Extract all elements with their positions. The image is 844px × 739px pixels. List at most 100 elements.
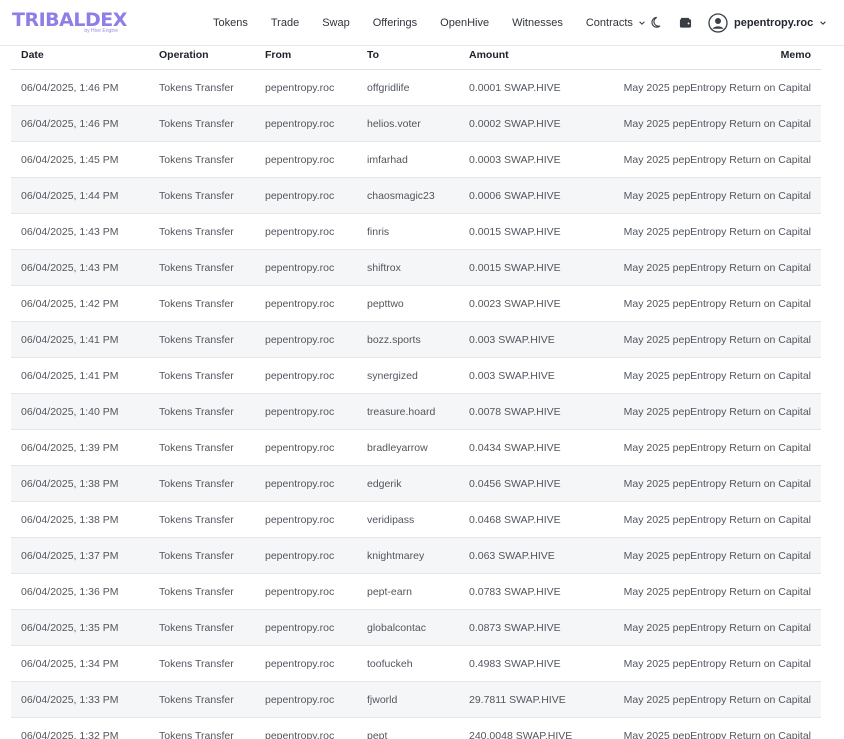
table-row[interactable]: 06/04/2025, 1:46 PM Tokens Transfer pepent… [11,69,821,106]
table-row[interactable]: 06/04/2025, 1:33 PM Tokens Transfer pepent… [11,681,821,718]
table-body: 06/04/2025, 1:46 PM Tokens Transfer pepent… [11,69,821,739]
cell-to[interactable]: bozz.sports [357,321,459,358]
table-row[interactable]: 06/04/2025, 1:45 PM Tokens Transfer pepent… [11,141,821,178]
table-row[interactable]: 06/04/2025, 1:43 PM Tokens Transfer pepent… [11,213,821,250]
table-row[interactable]: 06/04/2025, 1:35 PM Tokens Transfer pepent… [11,609,821,646]
cell-to[interactable]: fjworld [357,681,459,718]
cell-from[interactable]: pepentropy.roc [255,141,357,178]
nav-offerings[interactable]: Offerings [373,17,417,29]
moon-icon[interactable] [650,16,664,30]
cell-amount: 0.0003 SWAP.HIVE [459,141,601,178]
cell-amount: 0.0468 SWAP.HIVE [459,501,601,538]
nav-contracts-dropdown[interactable]: Contracts [586,17,646,29]
cell-to[interactable]: synergized [357,357,459,394]
cell-operation: Tokens Transfer [149,393,255,430]
cell-memo: May 2025 pepEntropy Return on Capital [601,285,821,322]
table-row[interactable]: 06/04/2025, 1:46 PM Tokens Transfer pepent… [11,105,821,142]
cell-from[interactable]: pepentropy.roc [255,321,357,358]
cell-from[interactable]: pepentropy.roc [255,285,357,322]
table-row[interactable]: 06/04/2025, 1:38 PM Tokens Transfer pepent… [11,501,821,538]
cell-to[interactable]: treasure.hoard [357,393,459,430]
cell-from[interactable]: pepentropy.roc [255,609,357,646]
cell-date: 06/04/2025, 1:43 PM [11,213,149,250]
cell-from[interactable]: pepentropy.roc [255,645,357,682]
cell-from[interactable]: pepentropy.roc [255,177,357,214]
table-row[interactable]: 06/04/2025, 1:32 PM Tokens Transfer pepent… [11,717,821,739]
cell-from[interactable]: pepentropy.roc [255,357,357,394]
cell-from[interactable]: pepentropy.roc [255,681,357,718]
cell-to[interactable]: pept-earn [357,573,459,610]
cell-date: 06/04/2025, 1:36 PM [11,573,149,610]
nav-trade[interactable]: Trade [271,17,299,29]
nav-witnesses[interactable]: Witnesses [512,17,563,29]
cell-from[interactable]: pepentropy.roc [255,537,357,574]
user-menu[interactable]: pepentropy.roc [708,12,827,33]
cell-to[interactable]: pepttwo [357,285,459,322]
nav-contracts-label: Contracts [585,16,633,29]
cell-to[interactable]: edgerik [357,465,459,502]
chevron-down-icon [820,20,827,25]
cell-amount: 0.0023 SWAP.HIVE [459,285,601,322]
table-row[interactable]: 06/04/2025, 1:40 PM Tokens Transfer pepent… [11,393,821,430]
cell-operation: Tokens Transfer [149,357,255,394]
cell-to[interactable]: chaosmagic23 [357,177,459,214]
table-row[interactable]: 06/04/2025, 1:41 PM Tokens Transfer pepent… [11,321,821,358]
cell-to[interactable]: imfarhad [357,141,459,178]
cell-date: 06/04/2025, 1:34 PM [11,645,149,682]
nav-offerings-label: Offerings [372,16,418,29]
cell-from[interactable]: pepentropy.roc [255,249,357,286]
table-row[interactable]: 06/04/2025, 1:37 PM Tokens Transfer pepent… [11,537,821,574]
cell-from[interactable]: pepentropy.roc [255,393,357,430]
nav-swap[interactable]: Swap [322,17,350,29]
table-row[interactable]: 06/04/2025, 1:38 PM Tokens Transfer pepent… [11,465,821,502]
cell-operation: Tokens Transfer [149,249,255,286]
cell-to[interactable]: globalcontac [357,609,459,646]
cell-operation: Tokens Transfer [149,681,255,718]
cell-date: 06/04/2025, 1:46 PM [11,69,149,106]
cell-from[interactable]: pepentropy.roc [255,429,357,466]
cell-amount: 0.003 SWAP.HIVE [459,321,601,358]
table-row[interactable]: 06/04/2025, 1:41 PM Tokens Transfer pepent… [11,357,821,394]
cell-from[interactable]: pepentropy.roc [255,465,357,502]
cell-from[interactable]: pepentropy.roc [255,573,357,610]
cell-memo: May 2025 pepEntropy Return on Capital [601,213,821,250]
cell-to[interactable]: bradleyarrow [357,429,459,466]
cell-date: 06/04/2025, 1:38 PM [11,465,149,502]
nav-tokens[interactable]: Tokens [213,17,248,29]
cell-operation: Tokens Transfer [149,717,255,739]
table-row[interactable]: 06/04/2025, 1:36 PM Tokens Transfer pepent… [11,573,821,610]
tribaldex-logo[interactable]: TRIBALDEX by Hive Engine [12,9,127,37]
cell-amount: 0.0001 SWAP.HIVE [459,69,601,106]
cell-to[interactable]: shiftrox [357,249,459,286]
wallet-icon[interactable] [678,16,692,30]
cell-amount: 0.0078 SWAP.HIVE [459,393,601,430]
cell-from[interactable]: pepentropy.roc [255,105,357,142]
cell-operation: Tokens Transfer [149,285,255,322]
cell-to[interactable]: pept [357,717,459,739]
cell-to[interactable]: finris [357,213,459,250]
nav-witnesses-label: Witnesses [512,16,563,29]
cell-from[interactable]: pepentropy.roc [255,717,357,739]
cell-operation: Tokens Transfer [149,609,255,646]
table-row[interactable]: 06/04/2025, 1:39 PM Tokens Transfer pepent… [11,429,821,466]
cell-to[interactable]: knightmarey [357,537,459,574]
table-row[interactable]: 06/04/2025, 1:43 PM Tokens Transfer pepent… [11,249,821,286]
cell-memo: May 2025 pepEntropy Return on Capital [601,393,821,430]
cell-to[interactable]: offgridlife [357,69,459,106]
table-row[interactable]: 06/04/2025, 1:42 PM Tokens Transfer pepent… [11,285,821,322]
cell-to[interactable]: veridipass [357,501,459,538]
cell-date: 06/04/2025, 1:35 PM [11,609,149,646]
transactions-table: Date Operation From To Amount Memo 06/04… [11,25,821,739]
table-row[interactable]: 06/04/2025, 1:34 PM Tokens Transfer pepent… [11,645,821,682]
cell-amount: 0.063 SWAP.HIVE [459,537,601,574]
table-row[interactable]: 06/04/2025, 1:44 PM Tokens Transfer pepent… [11,177,821,214]
top-navbar: TRIBALDEX by Hive Engine Tokens Trade Sw… [0,0,844,46]
cell-from[interactable]: pepentropy.roc [255,69,357,106]
cell-from[interactable]: pepentropy.roc [255,213,357,250]
cell-memo: May 2025 pepEntropy Return on Capital [601,645,821,682]
cell-from[interactable]: pepentropy.roc [255,501,357,538]
cell-to[interactable]: toofuckeh [357,645,459,682]
nav-openhive[interactable]: OpenHive [440,17,489,29]
cell-memo: May 2025 pepEntropy Return on Capital [601,537,821,574]
cell-to[interactable]: helios.voter [357,105,459,142]
